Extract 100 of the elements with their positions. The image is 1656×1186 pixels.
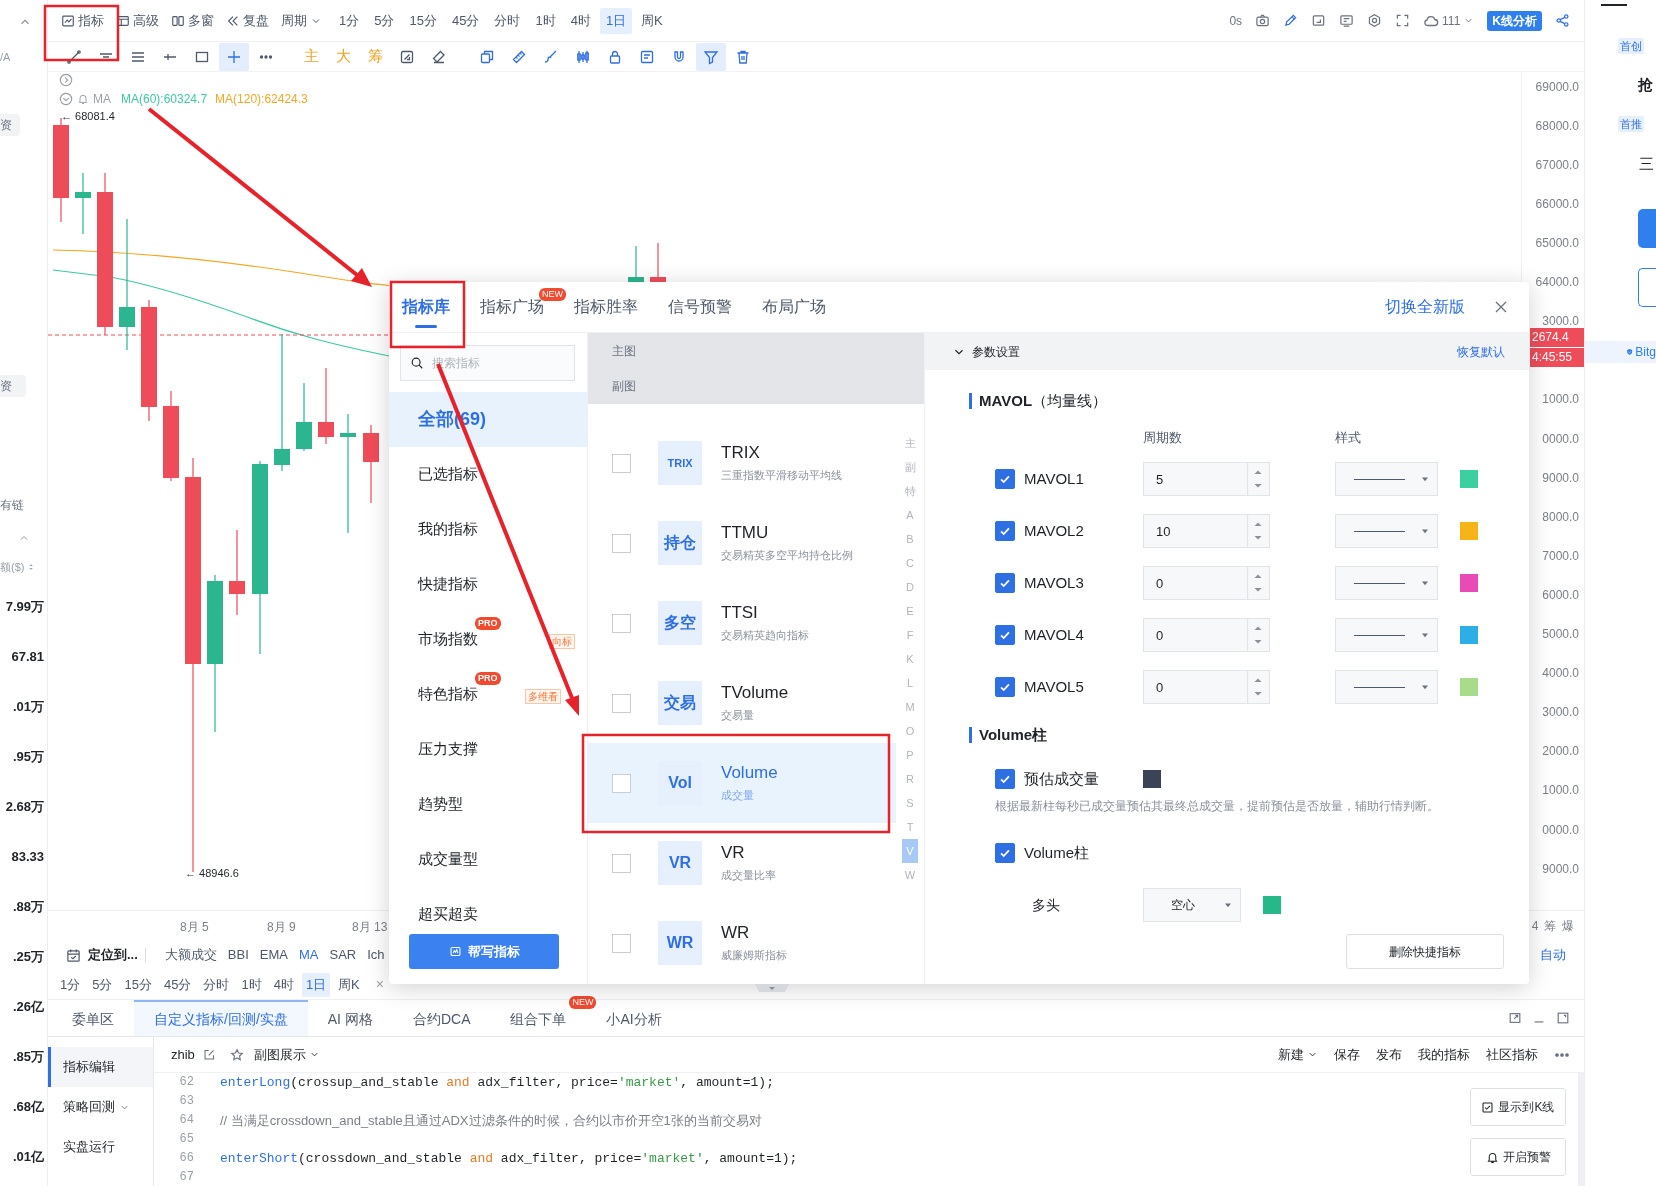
share-icon[interactable] <box>1555 13 1570 28</box>
indicators-button[interactable]: 指标 <box>58 7 107 34</box>
settings-icon[interactable] <box>1367 13 1383 28</box>
period-tab[interactable]: 15分 <box>403 7 443 34</box>
period-tab[interactable]: 分时 <box>488 7 527 34</box>
window-icon[interactable] <box>1311 13 1327 28</box>
crosshair-icon[interactable] <box>219 42 249 71</box>
monitor-icon[interactable] <box>1339 13 1355 28</box>
panel-tab[interactable]: 合约DCA <box>392 1000 491 1036</box>
period-tab[interactable]: 15分 <box>120 972 156 997</box>
collapse-handle-icon[interactable] <box>755 984 789 992</box>
popout-icon[interactable] <box>1508 1011 1522 1025</box>
color-swatch[interactable] <box>1460 470 1478 488</box>
period-tab[interactable]: 1分 <box>56 972 85 997</box>
side-button[interactable]: 开启预警 <box>1470 1138 1566 1176</box>
panel-tab[interactable]: 自定义指标/回测/实盘 <box>134 1000 308 1036</box>
color-swatch[interactable] <box>1460 678 1478 696</box>
sidebar-item[interactable]: 策略回测 <box>48 1087 153 1127</box>
checkbox[interactable] <box>995 843 1015 863</box>
checkbox[interactable] <box>995 677 1015 697</box>
fullscreen-icon[interactable] <box>1395 13 1411 28</box>
multi-window-button[interactable]: 多窗 <box>168 7 217 34</box>
period-tab[interactable]: 分时 <box>199 972 234 997</box>
indicator-row[interactable]: VR VR 成交量比率 <box>588 823 896 903</box>
bell-icon[interactable] <box>77 93 89 105</box>
sidebar-item[interactable]: 实盘运行 <box>48 1127 153 1167</box>
period-dropdown[interactable]: 周期 <box>278 7 325 34</box>
period-tab[interactable]: 4时 <box>269 972 298 997</box>
period-input[interactable]: 0 <box>1143 566 1270 600</box>
switch-version-link[interactable]: 切换全新版 <box>1385 295 1465 319</box>
period-tab[interactable]: 1时 <box>237 972 266 997</box>
category-item[interactable]: 我的指标 <box>389 502 587 557</box>
period-tab[interactable]: 周K <box>334 972 364 997</box>
indicator-toggle[interactable]: BBI <box>227 945 249 965</box>
indicator-row[interactable]: 多空 TTSI 交易精英趋向指标 <box>588 583 896 663</box>
period-input[interactable]: 0 <box>1143 670 1270 704</box>
side-button[interactable]: 显示到K线 <box>1470 1088 1566 1126</box>
star-icon[interactable] <box>229 1047 244 1062</box>
toolbar-button[interactable]: 发布 <box>1376 1044 1402 1065</box>
indicator-toggle[interactable]: MA <box>299 945 319 965</box>
cloud-dropdown[interactable]: 111 <box>1423 11 1475 30</box>
category-item[interactable]: 快捷指标 <box>389 557 587 612</box>
indicator-row[interactable]: WR WR 威廉姆斯指标 <box>588 903 896 983</box>
panel-tab[interactable]: AI 网格 <box>307 1000 393 1036</box>
checkbox[interactable] <box>995 769 1015 789</box>
ai-write-button[interactable]: 帮写指标 <box>409 934 559 969</box>
delete-button[interactable]: 删除快捷指标 <box>1346 934 1504 969</box>
period-tab[interactable]: 5分 <box>368 7 401 34</box>
period-tab[interactable]: 45分 <box>445 7 486 34</box>
panel-tab[interactable]: 委单区 <box>52 1000 134 1036</box>
advanced-button[interactable]: 高级 <box>113 7 162 34</box>
dialog-tab[interactable]: 信号预警 <box>668 282 732 332</box>
axis-option[interactable]: 4 <box>1531 916 1539 935</box>
view-dropdown[interactable]: 副图展示 <box>253 1044 320 1065</box>
category-item[interactable]: 已选指标 <box>389 447 587 502</box>
group-label[interactable]: 主图 <box>612 342 924 360</box>
expand-icon[interactable] <box>59 73 73 87</box>
style-select[interactable]: 空心 <box>1143 888 1241 922</box>
toolbar-button[interactable]: 社区指标 <box>1486 1044 1538 1065</box>
reset-link[interactable]: 恢复默认 <box>1457 342 1505 361</box>
filter-icon[interactable] <box>696 42 726 71</box>
color-swatch[interactable] <box>1460 574 1478 592</box>
indicator-toggle[interactable]: EMA <box>259 945 288 965</box>
period-tab[interactable]: 1日 <box>599 7 633 34</box>
indicator-toggle[interactable]: SAR <box>329 945 357 965</box>
period-input[interactable]: 5 <box>1143 462 1270 496</box>
indicator-row[interactable]: Vol Volume 成交量 <box>588 743 896 823</box>
checkbox[interactable] <box>995 625 1015 645</box>
pen-icon[interactable] <box>1283 13 1299 28</box>
dialog-tab[interactable]: 指标库 <box>402 282 450 332</box>
toolbar-button[interactable]: 我的指标 <box>1418 1044 1470 1065</box>
dialog-tab[interactable]: 指标胜率 <box>574 282 638 332</box>
indicator-toggle[interactable]: Ich <box>367 945 385 965</box>
category-item[interactable]: 压力支撑 <box>389 722 587 777</box>
indicator-toggle[interactable]: 大额成交 <box>164 945 217 965</box>
period-input[interactable]: 0 <box>1143 618 1270 652</box>
locate-button[interactable]: 定位到... <box>88 945 138 965</box>
indicator-row[interactable]: 持仓 TTMU 交易精英多空平均持仓比例 <box>588 503 896 583</box>
maximize-icon[interactable] <box>1556 1011 1570 1025</box>
axis-option[interactable]: 筹 <box>1544 916 1557 935</box>
color-swatch[interactable] <box>1460 522 1478 540</box>
period-tab[interactable]: 5分 <box>88 972 117 997</box>
period-tab[interactable]: 1时 <box>529 7 562 34</box>
close-icon[interactable] <box>1493 299 1509 315</box>
checkbox[interactable] <box>995 573 1015 593</box>
color-swatch[interactable] <box>1263 896 1281 914</box>
axis-option[interactable]: 爆 <box>1562 916 1575 935</box>
period-tab[interactable]: 周K <box>635 7 669 34</box>
category-item[interactable]: 趋势型 <box>389 777 587 832</box>
replay-button[interactable]: 复盘 <box>223 7 272 34</box>
calendar-icon[interactable] <box>66 947 81 963</box>
dialog-tab[interactable]: 布局广场 <box>762 282 826 332</box>
category-item[interactable]: 成交量型 <box>389 832 587 887</box>
period-tab[interactable]: 45分 <box>159 972 196 997</box>
action-button[interactable] <box>1638 268 1656 307</box>
period-tab[interactable]: 4时 <box>564 7 597 34</box>
color-swatch[interactable] <box>1460 626 1478 644</box>
period-input[interactable]: 10 <box>1143 514 1270 548</box>
category-item[interactable]: 市场指数 PRO 向标 <box>389 612 587 667</box>
group-label[interactable]: 副图 <box>612 377 924 395</box>
